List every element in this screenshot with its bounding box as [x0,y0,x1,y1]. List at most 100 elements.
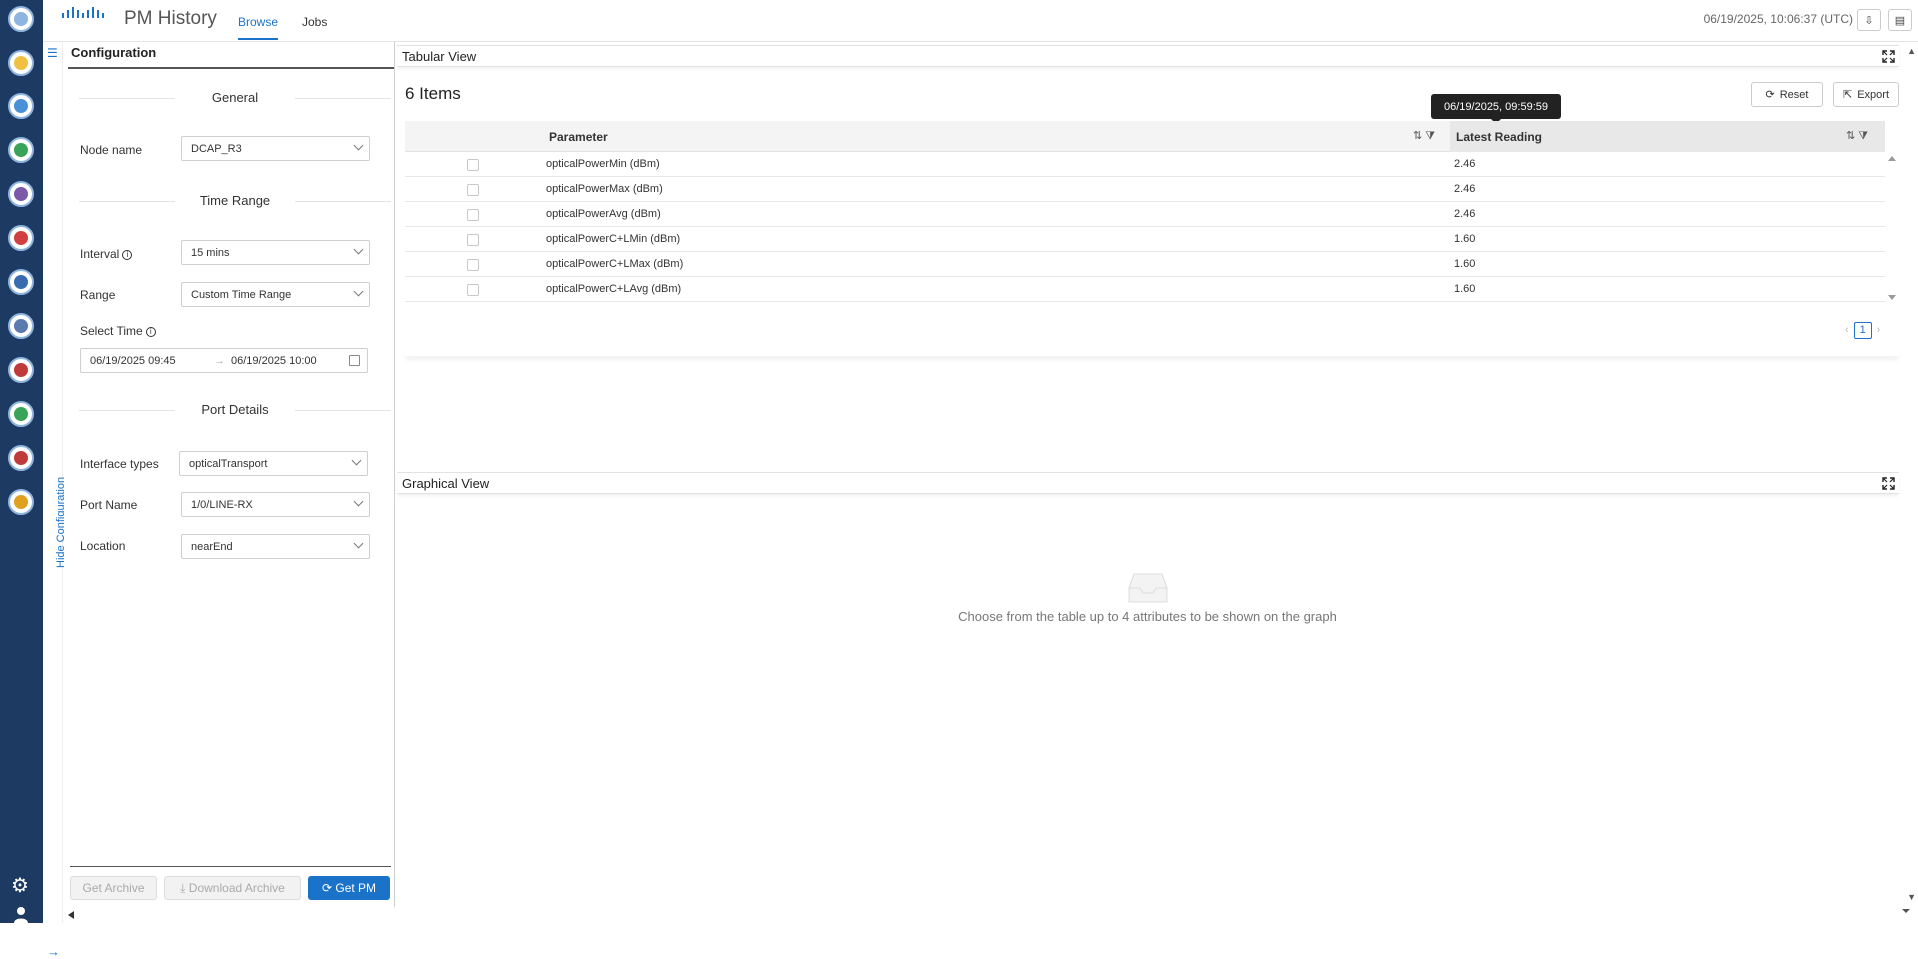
scroll-down-icon[interactable]: ▼ [1907,892,1916,902]
app-glyph [14,319,28,333]
tabular-view-header: Tabular View [397,45,1899,67]
title-divider [68,67,394,69]
row-checkbox[interactable] [467,259,479,271]
tabular-view-title: Tabular View [402,49,477,64]
table-row[interactable]: opticalPowerMin (dBm) 2.46 [405,152,1885,177]
app-glyph [14,231,28,245]
table-scrollbar[interactable] [1885,152,1899,304]
download-archive-button[interactable]: ⤓ Download Archive [164,876,301,900]
parameter-cell: opticalPowerMin (dBm) [546,158,660,170]
app-icon-1[interactable] [8,6,34,32]
app-icon-11[interactable] [8,445,34,471]
tab-browse[interactable]: Browse [238,15,278,29]
app-icon-4[interactable] [8,137,34,163]
range-arrow-icon: → [214,355,225,367]
time-range-heading: Time Range [79,193,391,208]
interval-select[interactable]: 15 mins [181,240,370,265]
settings-gear-icon[interactable]: ⚙ [11,876,29,896]
start-date[interactable]: 06/19/2025 09:45 [90,355,176,367]
node-name-select[interactable]: DCAP_R3 [181,136,370,161]
row-checkbox[interactable] [467,284,479,296]
download-icon[interactable]: ⇩ [1857,9,1881,31]
port-name-select[interactable]: 1/0/LINE-RX [181,492,370,517]
interface-types-value: opticalTransport [189,458,268,470]
table-row[interactable]: opticalPowerC+LMax (dBm) 1.60 [405,252,1885,277]
reset-button[interactable]: ⟳ Reset [1751,82,1823,107]
configuration-panel: Configuration General Node name DCAP_R3 … [64,42,395,907]
app-icon-8[interactable] [8,313,34,339]
app-icon-7[interactable] [8,269,34,295]
actions-divider [70,866,391,867]
port-details-heading: Port Details [79,402,391,417]
end-date[interactable]: 06/19/2025 10:00 [231,355,317,367]
row-checkbox[interactable] [467,184,479,196]
config-toggle-strip: ☰ Hide Configuration → [43,42,67,959]
sliders-icon[interactable]: ☰ [47,46,58,60]
node-name-value: DCAP_R3 [191,143,242,155]
export-button[interactable]: ⇱ Export [1833,82,1899,107]
app-icon-12[interactable] [8,489,34,515]
expand-icon[interactable] [1882,50,1895,63]
get-archive-button[interactable]: Get Archive [70,876,157,900]
user-icon[interactable] [13,906,29,923]
prev-page-icon[interactable]: ‹ [1845,324,1849,336]
pagination: ‹ 1 › [1845,322,1880,339]
scroll-up-icon[interactable]: ▲ [1907,46,1916,56]
reading-cell: 1.60 [1454,283,1476,295]
interval-label: Interval i [80,247,133,261]
page-number[interactable]: 1 [1853,322,1872,339]
app-icon-9[interactable] [8,357,34,383]
parameter-cell: opticalPowerC+LMin (dBm) [546,233,681,245]
range-select[interactable]: Custom Time Range [181,282,370,307]
location-select[interactable]: nearEnd [181,534,370,559]
expand-arrow-icon[interactable]: → [47,944,60,959]
reading-cell: 1.60 [1454,258,1476,270]
save-report-icon[interactable]: ▤ [1888,9,1912,31]
expand-icon[interactable] [1882,477,1895,490]
info-icon[interactable]: i [145,327,156,337]
tab-jobs[interactable]: Jobs [302,15,327,29]
select-time-label: Select Time i [80,324,156,338]
chevron-down-icon [353,244,364,255]
app-glyph [14,495,28,509]
app-icon-2[interactable] [8,50,34,76]
empty-graph-message: Choose from the table up to 4 attributes… [958,609,1337,624]
interface-types-select[interactable]: opticalTransport [179,451,368,476]
row-checkbox[interactable] [467,159,479,171]
table-row[interactable]: opticalPowerC+LMin (dBm) 1.60 [405,227,1885,252]
chevron-down-icon [353,538,364,549]
parameter-cell: opticalPowerMax (dBm) [546,183,663,195]
app-icon-5[interactable] [8,181,34,207]
row-checkbox[interactable] [467,209,479,221]
column-header-parameter[interactable]: Parameter [549,130,608,144]
horizontal-scrollbar[interactable] [64,907,1912,923]
app-icon-10[interactable] [8,401,34,427]
app-icon-6[interactable] [8,225,34,251]
sort-filter-icon[interactable]: ⇅ ⧩ [1846,129,1868,143]
row-checkbox[interactable] [467,234,479,246]
app-title: PM History [124,8,217,29]
panel-shadow [405,352,1899,356]
timestamp-tooltip: 06/19/2025, 09:59:59 [1431,94,1561,124]
reading-cell: 2.46 [1454,158,1476,170]
get-pm-button[interactable]: ⟳ Get PM [308,876,390,900]
app-icon-3[interactable] [8,93,34,119]
port-name-label: Port Name [80,498,138,512]
info-icon[interactable]: i [122,250,133,260]
parameter-cell: opticalPowerC+LMax (dBm) [546,258,684,270]
column-header-latest-reading[interactable]: Latest Reading [1456,130,1542,144]
export-icon: ⇱ [1842,89,1853,101]
chevron-down-icon [351,455,362,466]
next-page-icon[interactable]: › [1877,324,1881,336]
date-range-picker[interactable]: 06/19/2025 09:45 → 06/19/2025 10:00 [80,348,368,373]
interval-value: 15 mins [191,247,230,259]
calendar-icon[interactable] [349,355,360,366]
sort-filter-icon[interactable]: ⇅ ⧩ [1413,129,1435,143]
table-row[interactable]: opticalPowerC+LAvg (dBm) 1.60 [405,277,1885,302]
app-rail: ⚙ [0,0,43,923]
active-tab-indicator [238,38,278,40]
parameter-cell: opticalPowerC+LAvg (dBm) [546,283,682,295]
app-glyph [14,363,28,377]
table-row[interactable]: opticalPowerAvg (dBm) 2.46 [405,202,1885,227]
table-row[interactable]: opticalPowerMax (dBm) 2.46 [405,177,1885,202]
